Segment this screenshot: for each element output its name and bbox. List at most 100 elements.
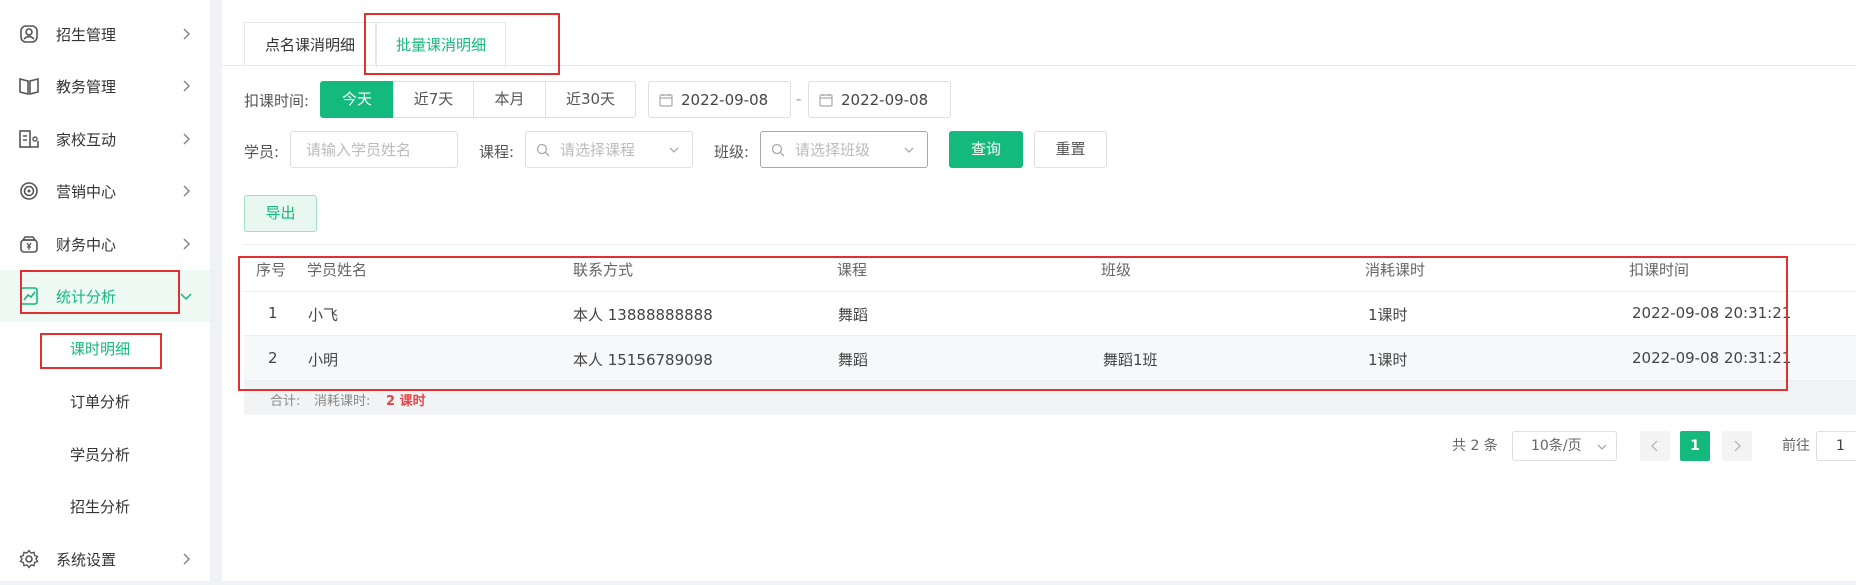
table-top-border [244,244,1856,245]
sidebar-item-statistics[interactable]: 统计分析 [0,270,210,322]
sidebar-item-academic[interactable]: 教务管理 [0,60,210,112]
cell-deduct-time: 2022-09-08 20:31:21 [1632,304,1792,322]
cell-student-name: 小明 [308,351,339,369]
chart-icon [18,285,40,307]
segment-today[interactable]: 今天 [320,81,394,118]
prev-page-button[interactable] [1640,431,1670,461]
cell-contact: 本人 13888888888 [573,306,713,324]
header-divider [244,291,1856,292]
cell-course: 舞蹈 [838,351,869,369]
segment-last-30-days[interactable]: 近30天 [545,81,636,118]
header-contact: 联系方式 [573,261,634,279]
date-start-value: 2022-09-08 [681,90,769,109]
date-end-input[interactable]: 2022-09-08 [808,81,951,118]
sidebar-subitem-student-analysis[interactable]: 学员分析 [70,440,130,470]
user-badge-icon [18,23,40,45]
sidebar-item-label: 财务中心 [56,235,117,254]
header-class: 班级 [1101,261,1132,279]
export-button[interactable]: 导出 [244,195,317,232]
chevron-down-icon [1597,444,1607,450]
summary-value: 2 课时 [386,394,426,409]
student-name-input[interactable]: 请输入学员姓名 [290,131,458,168]
cell-consumed-hours: 1课时 [1368,306,1408,324]
date-start-input[interactable]: 2022-09-08 [648,81,791,118]
sidebar-item-finance[interactable]: 财务中心 [0,218,210,270]
cell-deduct-time: 2022-09-08 20:31:21 [1632,349,1792,367]
sidebar-item-label: 统计分析 [56,287,117,306]
student-name-placeholder: 请输入学员姓名 [306,141,412,159]
book-icon [18,75,40,97]
tab-rollcall-consumption[interactable]: 点名课消明细 [244,22,376,66]
sidebar-item-label: 家校互动 [56,130,117,149]
header-course: 课程 [837,261,868,279]
date-end-value: 2022-09-08 [841,90,929,109]
sidebar: 招生管理 教务管理 家校互动 营销中心 财务中心 统计分析 课时明细 订单分析 … [0,0,211,581]
cell-index: 1 [268,304,278,322]
sidebar-item-enrollment[interactable]: 招生管理 [0,8,210,60]
class-placeholder: 请选择班级 [795,141,871,159]
reset-button[interactable]: 重置 [1034,131,1107,168]
summary-label: 合计: [270,394,301,409]
chevron-right-icon [183,553,191,565]
home-school-icon [18,128,40,150]
sidebar-item-marketing[interactable]: 营销中心 [0,165,210,217]
target-icon [18,180,40,202]
chevron-right-icon [183,133,191,145]
table-row-striped-bg [244,336,1856,380]
date-separator: - [796,90,802,108]
summary-bar [244,381,1856,415]
header-deduct-time: 扣课时间 [1629,261,1690,279]
class-label: 班级: [714,143,750,161]
sidebar-subitem-order-analysis[interactable]: 订单分析 [70,387,130,417]
chevron-right-icon [1734,440,1742,452]
segment-this-month[interactable]: 本月 [473,81,546,118]
cell-contact: 本人 15156789098 [573,351,713,369]
gear-icon [18,548,40,570]
chevron-down-icon [669,147,679,153]
sidebar-subitem-enrollment-analysis[interactable]: 招生分析 [70,492,130,522]
sidebar-subitem-class-hours[interactable]: 课时明细 [70,334,130,364]
page-size-select[interactable]: 10条/页 [1512,431,1617,461]
summary-consumed-label: 消耗课时: [314,394,371,409]
header-student-name: 学员姓名 [307,261,368,279]
course-select[interactable]: 请选择课程 [525,131,693,168]
sidebar-item-label: 教务管理 [56,77,117,96]
goto-label: 前往 [1782,438,1810,454]
page-size-value: 10条/页 [1531,438,1582,454]
search-icon [771,143,785,156]
tab-batch-consumption[interactable]: 批量课消明细 [376,22,506,67]
course-label: 课程: [479,143,515,161]
segment-last-7-days[interactable]: 近7天 [393,81,474,118]
header-index: 序号 [256,261,287,279]
chevron-down-icon [904,147,914,153]
chevron-left-icon [1650,440,1658,452]
cell-class: 舞蹈1班 [1103,351,1158,369]
query-button[interactable]: 查询 [949,131,1023,168]
search-icon [536,143,550,156]
chevron-right-icon [183,238,191,250]
sidebar-item-label: 系统设置 [56,550,117,569]
deduct-time-label: 扣课时间: [244,92,310,110]
page-1-button[interactable]: 1 [1680,431,1710,461]
sidebar-item-label: 招生管理 [56,25,117,44]
chevron-right-icon [183,28,191,40]
next-page-button[interactable] [1722,431,1752,461]
goto-page-input[interactable]: 1 [1816,431,1856,461]
sidebar-item-settings[interactable]: 系统设置 [0,533,210,585]
student-label: 学员: [244,143,280,161]
sidebar-item-home-school[interactable]: 家校互动 [0,113,210,165]
pagination-total: 共 2 条 [1452,438,1498,454]
chevron-right-icon [183,80,191,92]
cell-index: 2 [268,349,278,367]
calendar-icon [819,93,833,107]
chevron-down-icon [180,293,192,301]
chevron-right-icon [183,185,191,197]
course-placeholder: 请选择课程 [560,141,636,159]
cell-consumed-hours: 1课时 [1368,351,1408,369]
class-select[interactable]: 请选择班级 [760,131,928,168]
calendar-icon [659,93,673,107]
header-consumed-hours: 消耗课时 [1365,261,1426,279]
tab-divider [222,65,1856,66]
cell-student-name: 小飞 [308,306,339,324]
sidebar-item-label: 营销中心 [56,182,117,201]
